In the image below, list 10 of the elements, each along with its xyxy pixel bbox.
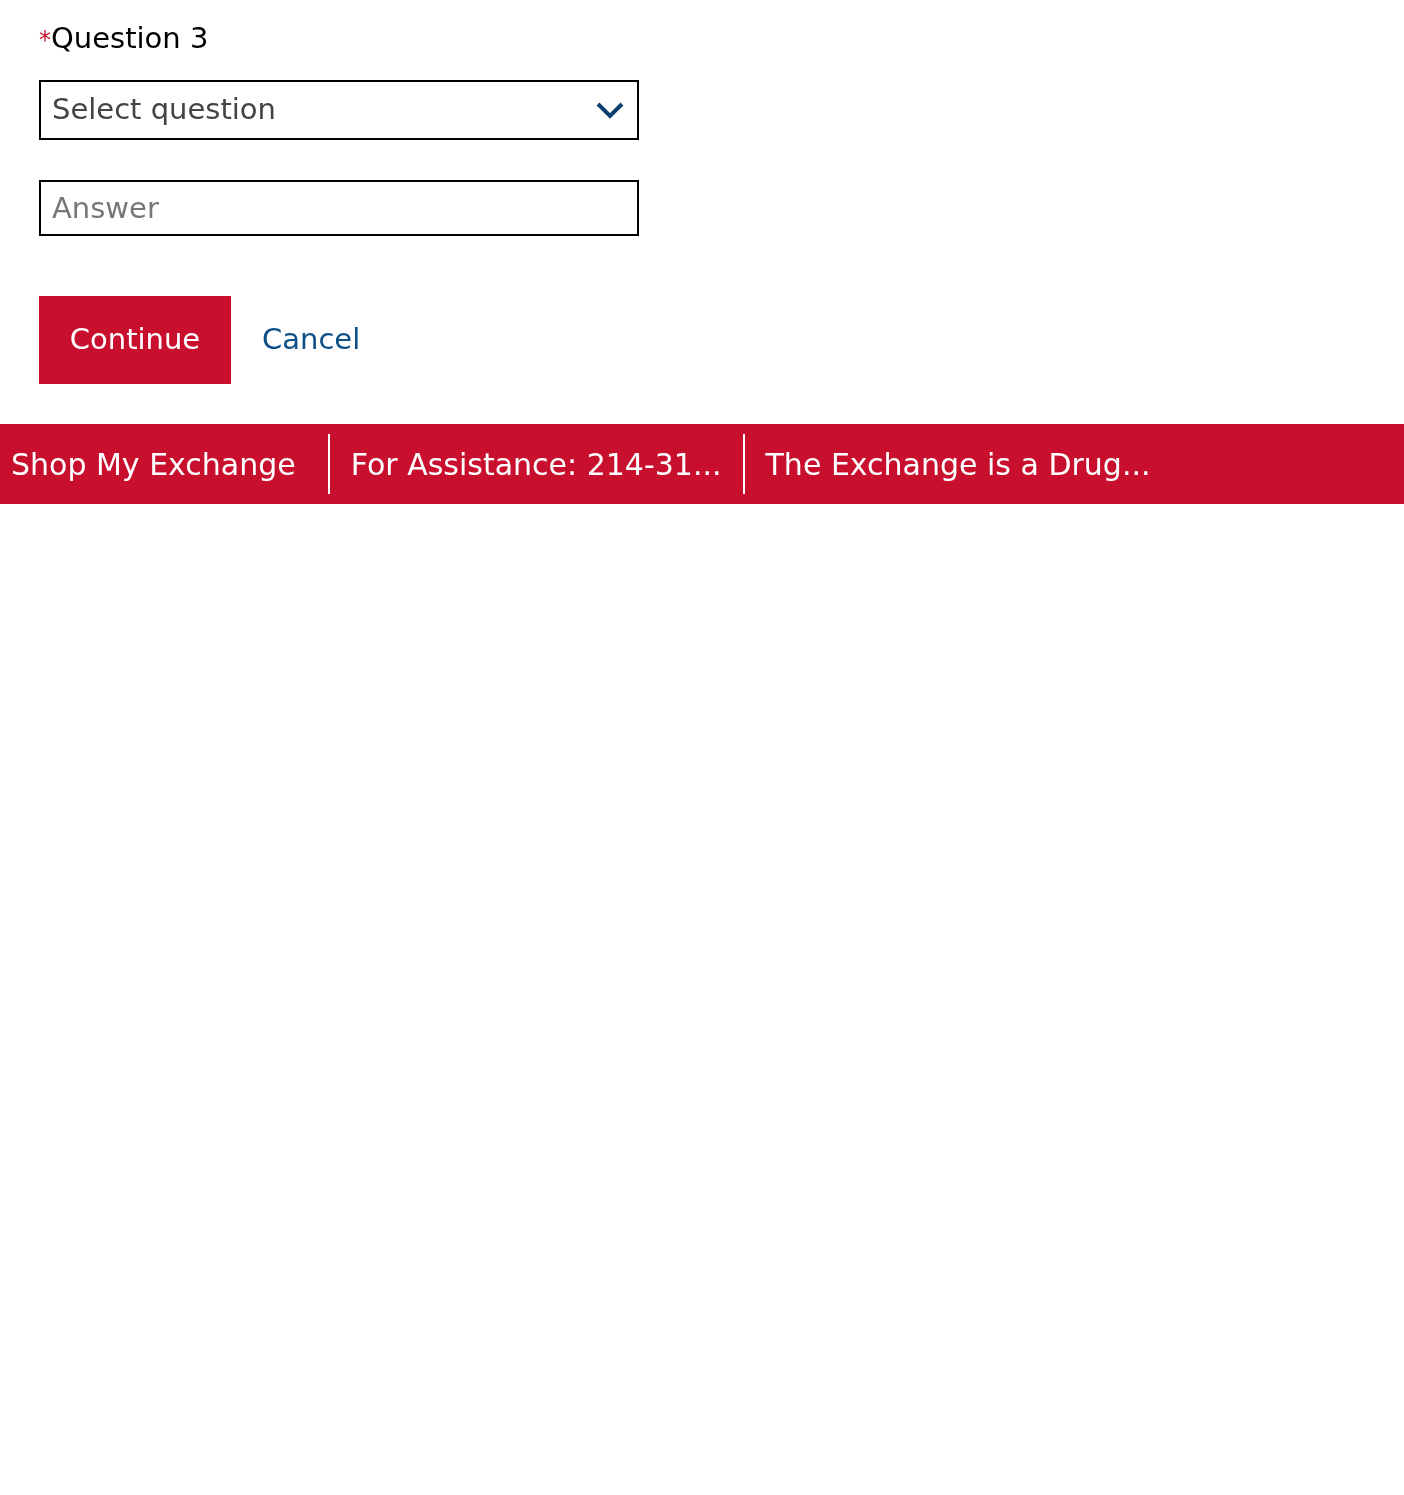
answer-field[interactable]: Answer xyxy=(39,180,639,236)
footer-link[interactable]: Shop My Exchange xyxy=(11,441,296,487)
continue-button[interactable]: Continue xyxy=(39,296,231,384)
chevron-down-icon xyxy=(595,100,625,120)
question-label: Question 3 xyxy=(51,20,209,57)
cancel-link[interactable]: Cancel xyxy=(262,318,361,362)
question-select[interactable]: Select question xyxy=(39,80,639,140)
required-mark: * xyxy=(39,25,51,56)
footer-link[interactable]: For Assistance: 214-31... xyxy=(350,441,722,487)
footer-link[interactable]: The Exchange is a Drug... xyxy=(765,441,1151,487)
